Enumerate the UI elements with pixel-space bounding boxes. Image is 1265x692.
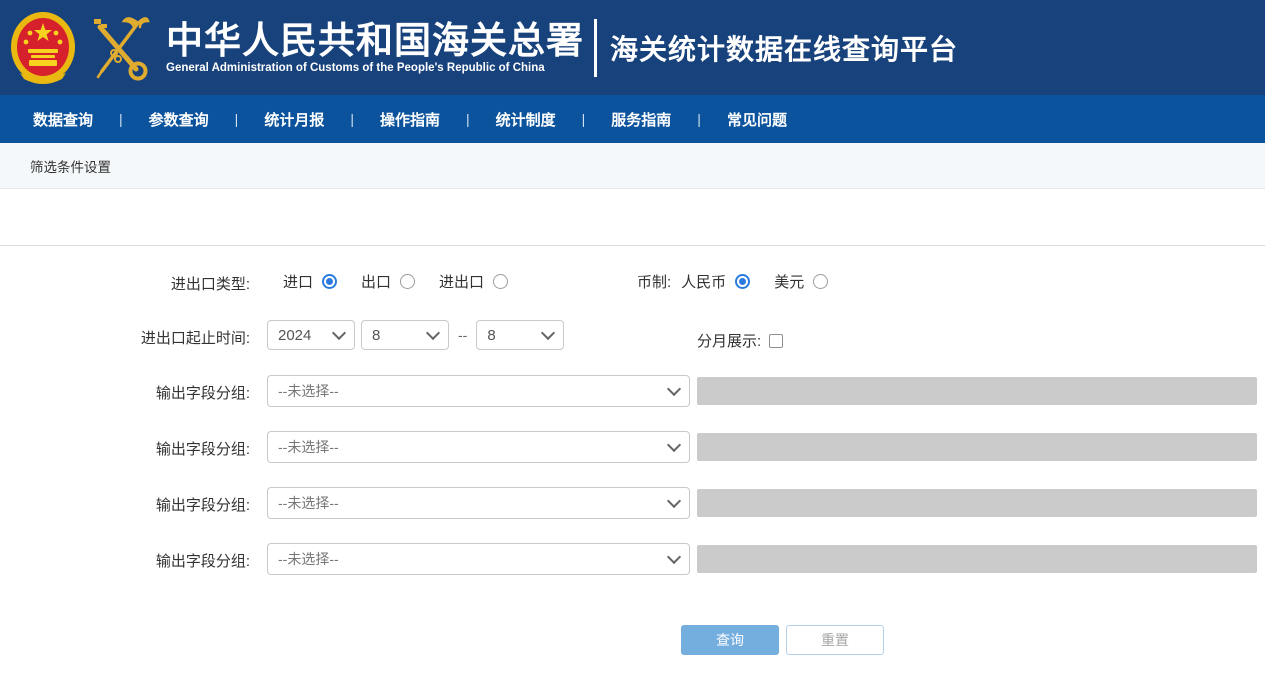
radio-icon[interactable] [400,274,415,289]
range-dash: -- [458,327,467,343]
nav-separator: | [466,111,470,127]
radio-option-rmb[interactable]: 人民币 [681,271,750,292]
customs-emblem-logo [88,13,150,83]
currency-radio-group: 币制: 人民币 美元 [637,271,828,292]
date-range-selects: 2024 8 -- 8 [267,320,564,350]
radio-option-export[interactable]: 出口 [361,271,415,292]
filter-settings-title: 筛选条件设置 [30,156,111,176]
query-button[interactable]: 查询 [681,625,779,655]
radio-option-usd[interactable]: 美元 [774,271,828,292]
output-group-value-display [697,545,1257,573]
org-title-block: 中华人民共和国海关总署 General Administration of Cu… [166,21,584,75]
nav-separator: | [235,111,239,127]
trade-type-label: 进出口类型: [0,273,250,294]
radio-icon[interactable] [813,274,828,289]
nav-item-faq[interactable]: 常见问题 [727,109,787,130]
output-group-label: 输出字段分组: [0,438,250,459]
nav-item-monthly-report[interactable]: 统计月报 [264,109,324,130]
output-group-select-3[interactable]: --未选择-- [267,487,690,519]
nav-item-param-query[interactable]: 参数查询 [149,109,209,130]
output-group-select-4[interactable]: --未选择-- [267,543,690,575]
main-nav: 数据查询 | 参数查询 | 统计月报 | 操作指南 | 统计制度 | 服务指南 … [0,95,1265,143]
nav-separator: | [350,111,354,127]
chevron-down-icon [667,382,681,396]
radio-option-import-export[interactable]: 进出口 [439,271,508,292]
output-group-label: 输出字段分组: [0,382,250,403]
radio-option-import[interactable]: 进口 [283,271,337,292]
nav-separator: | [582,111,586,127]
chevron-down-icon [667,438,681,452]
org-title: 中华人民共和国海关总署 [166,21,584,60]
org-subtitle: General Administration of Customs of the… [166,62,584,74]
chevron-down-icon [426,326,440,340]
chevron-down-icon [667,494,681,508]
form-actions: 查询 重置 [681,625,884,655]
end-month-select[interactable]: 8 [476,320,564,350]
radio-icon[interactable] [493,274,508,289]
output-group-label: 输出字段分组: [0,550,250,571]
platform-title: 海关统计数据在线查询平台 [610,28,958,68]
output-group-label: 输出字段分组: [0,494,250,515]
filter-settings-bar: 筛选条件设置 [0,143,1265,189]
nav-separator: | [697,111,701,127]
national-emblem-logo [10,11,76,85]
section-divider [0,245,1265,246]
radio-icon[interactable] [322,274,337,289]
currency-label: 币制: [637,271,671,292]
output-group-select-2[interactable]: --未选择-- [267,431,690,463]
reset-button[interactable]: 重置 [786,625,884,655]
output-group-select-1[interactable]: --未选择-- [267,375,690,407]
header-divider [594,19,597,77]
output-group-value-display [697,489,1257,517]
radio-icon[interactable] [735,274,750,289]
year-select[interactable]: 2024 [267,320,355,350]
site-header: 中华人民共和国海关总署 General Administration of Cu… [0,0,1265,95]
nav-item-operation-guide[interactable]: 操作指南 [380,109,440,130]
output-group-value-display [697,433,1257,461]
nav-separator: | [119,111,123,127]
chevron-down-icon [667,550,681,564]
nav-item-statistics-system[interactable]: 统计制度 [496,109,556,130]
monthly-display-checkbox[interactable] [769,334,783,348]
output-group-value-display [697,377,1257,405]
monthly-display-label: 分月展示: [697,330,761,351]
date-range-label: 进出口起止时间: [0,327,250,348]
start-month-select[interactable]: 8 [361,320,449,350]
trade-type-radio-group: 进口 出口 进出口 [283,271,508,292]
nav-item-data-query[interactable]: 数据查询 [33,109,93,130]
nav-item-service-guide[interactable]: 服务指南 [611,109,671,130]
monthly-display-group: 分月展示: [697,330,783,351]
chevron-down-icon [332,326,346,340]
chevron-down-icon [541,326,555,340]
